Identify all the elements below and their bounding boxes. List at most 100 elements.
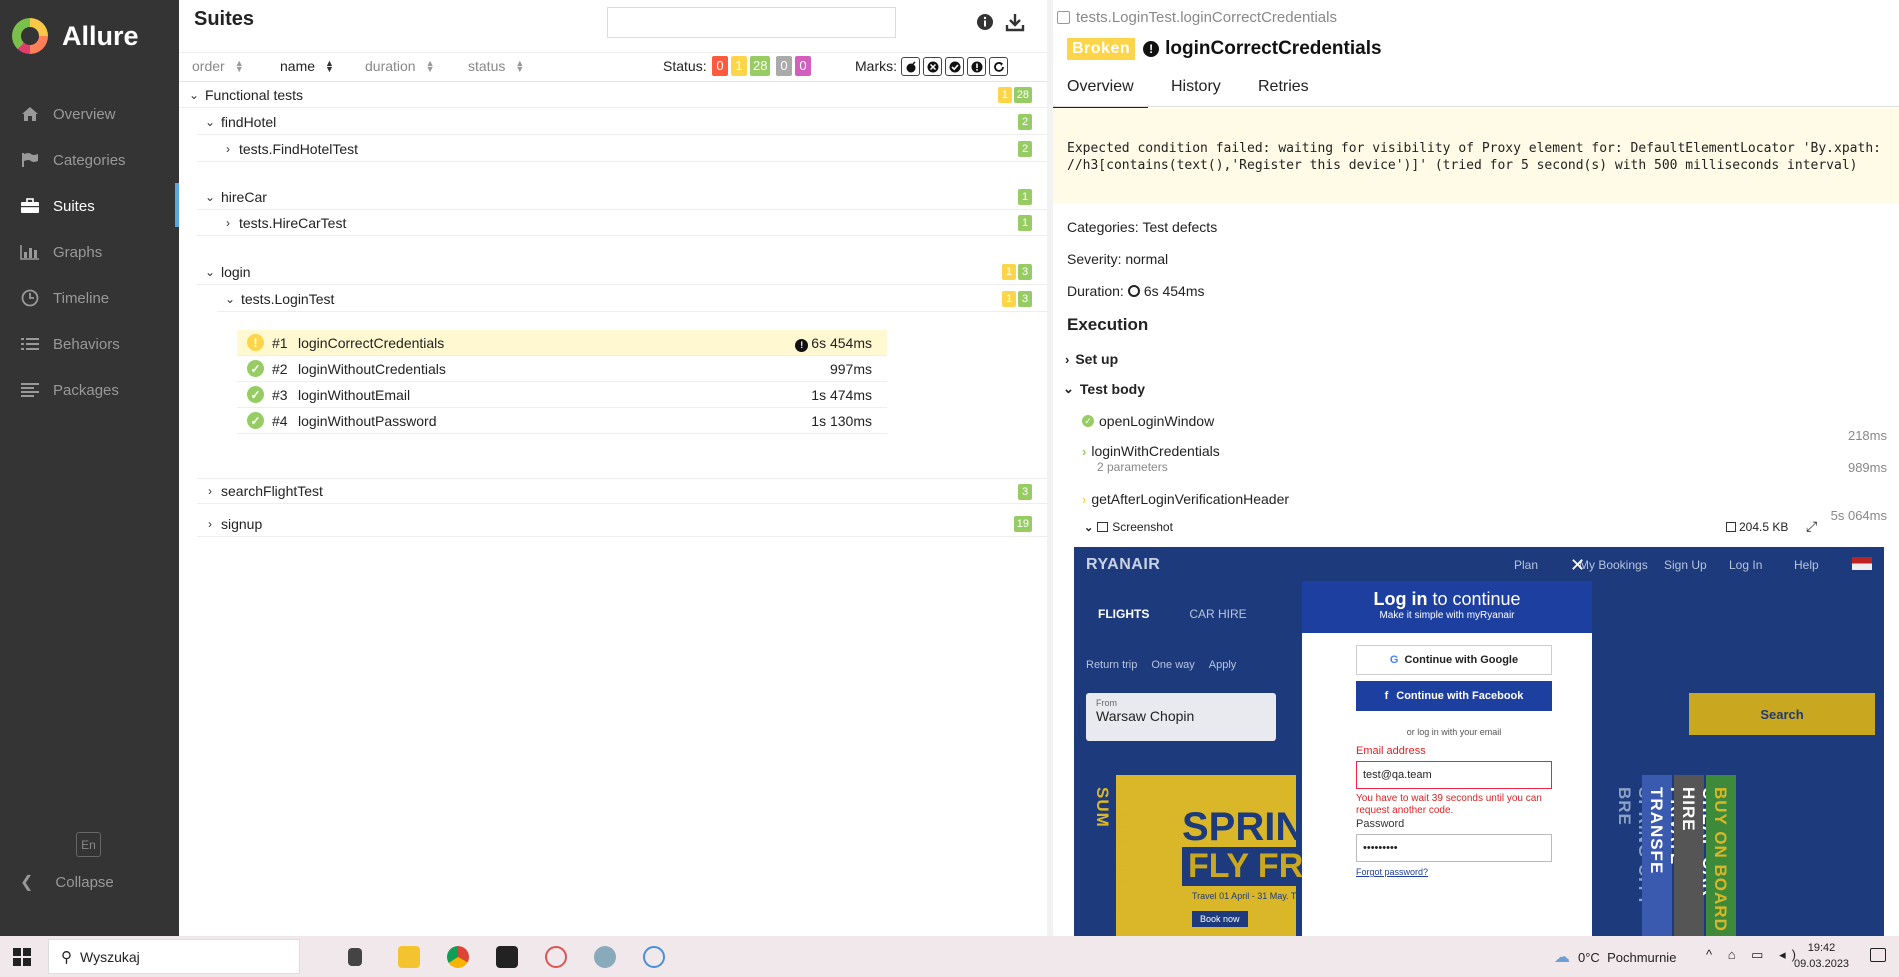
step-name: openLoginWindow: [1099, 413, 1215, 429]
sidebar: Allure Overview Categories Suites Graphs…: [0, 0, 179, 936]
tab-retries[interactable]: Retries: [1258, 78, 1309, 96]
test-row[interactable]: ! #1 loginCorrectCredentials ! 6s 454ms: [237, 330, 887, 356]
notification-icon[interactable]: [1870, 948, 1886, 962]
tree-group-functional[interactable]: ⌄ Functional tests 1 28: [179, 82, 1047, 108]
chevron-right-icon: ›: [208, 484, 212, 498]
passed-count-badge: 2: [1018, 141, 1032, 157]
categories-value: Test defects: [1142, 219, 1218, 235]
execution-heading: Execution: [1067, 315, 1149, 334]
status-unknown-toggle[interactable]: 0: [795, 56, 811, 76]
taskbar-clock[interactable]: 19:42 09.03.2023: [1794, 940, 1849, 972]
test-path-text: tests.LoginTest.loginCorrectCredentials: [1076, 9, 1337, 26]
duration-value: 6s 454ms: [1143, 283, 1205, 299]
passed-status-icon: ✓: [247, 412, 264, 429]
tab-history[interactable]: History: [1171, 78, 1221, 96]
test-body-section[interactable]: ⌄ Test body: [1063, 381, 1145, 397]
paint-icon[interactable]: [594, 946, 616, 968]
severity-label: Severity:: [1067, 251, 1122, 267]
tree-group-signup[interactable]: › signup 19: [197, 511, 1047, 537]
ry-facebook-button: f Continue with Facebook: [1356, 681, 1552, 711]
test-detail-pane: tests.LoginTest.loginCorrectCredentials …: [1053, 0, 1899, 936]
info-icon[interactable]: [976, 13, 994, 31]
tree-group-findhotel[interactable]: ⌄ findHotel 2: [197, 109, 1047, 135]
flaky-mark-icon[interactable]: [901, 57, 920, 76]
windows-start-icon[interactable]: [13, 948, 31, 966]
home-icon: [19, 105, 41, 123]
test-duration: 6s 454ms: [811, 335, 872, 351]
brand[interactable]: Allure: [12, 16, 139, 56]
weather-widget[interactable]: ☁ 0°C Pochmurnie: [1554, 947, 1676, 967]
sort-status[interactable]: status ▲ ▼: [468, 58, 524, 74]
taskbar-search[interactable]: ⚲ Wyszukaj: [48, 939, 300, 974]
ry-option: Return trip: [1086, 659, 1138, 671]
broken-count-badge: 1: [1002, 291, 1016, 307]
new-failed-mark-icon[interactable]: [923, 57, 942, 76]
save-icon: [1726, 522, 1736, 532]
sidebar-item-packages[interactable]: Packages: [0, 367, 179, 413]
system-tray-icons[interactable]: ^ ⌂ ▭ ◂): [1706, 947, 1802, 963]
search-input[interactable]: [607, 7, 896, 38]
group-label: tests.LoginTest: [241, 290, 335, 307]
sidebar-item-label: Categories: [53, 151, 126, 169]
attachment-row[interactable]: ⌄ Screenshot: [1084, 520, 1173, 534]
test-number: #1: [272, 334, 288, 351]
tree-group-login[interactable]: ⌄ login 13: [197, 259, 1047, 285]
sidebar-nav: Overview Categories Suites Graphs Timeli…: [0, 91, 179, 413]
collapse-label: Collapse: [55, 873, 114, 891]
group-badges: 19: [1013, 516, 1032, 532]
sort-name[interactable]: name ▲ ▼: [280, 58, 334, 74]
ry-email-value: test@qa.team: [1363, 769, 1432, 781]
tree-group-searchflighttest[interactable]: › searchFlightTest 3: [197, 478, 1047, 504]
test-row[interactable]: ✓ #3 loginWithoutEmail 1s 474ms: [237, 382, 887, 408]
sticky-notes-icon[interactable]: [496, 946, 518, 968]
sidebar-item-timeline[interactable]: Timeline: [0, 275, 179, 321]
test-header: Broken ! loginCorrectCredentials: [1067, 38, 1382, 60]
error-line: //h3[contains(text(),'Register this devi…: [1067, 158, 1858, 173]
passed-count-badge: 2: [1018, 114, 1032, 130]
status-skipped-toggle[interactable]: 0: [776, 56, 792, 76]
file-explorer-icon[interactable]: [398, 946, 420, 968]
tree-group-hirecar[interactable]: ⌄ hireCar 1: [197, 184, 1047, 210]
tab-overview[interactable]: Overview: [1053, 78, 1148, 110]
cortana-icon[interactable]: [643, 946, 665, 968]
sidebar-item-categories[interactable]: Categories: [0, 137, 179, 183]
test-row[interactable]: ✓ #2 loginWithoutCredentials 997ms: [237, 356, 887, 382]
status-passed-toggle[interactable]: 28: [750, 56, 771, 76]
ry-from-field: From Warsaw Chopin: [1086, 693, 1276, 741]
step-row[interactable]: › loginWithCredentials: [1082, 443, 1220, 459]
expand-icon[interactable]: ⤢: [1806, 518, 1817, 535]
task-view-icon[interactable]: [348, 948, 362, 966]
sidebar-item-label: Overview: [53, 105, 116, 123]
tree-group-findhoteltest[interactable]: › tests.FindHotelTest 2: [197, 136, 1047, 162]
retries-mark-icon[interactable]: [989, 57, 1008, 76]
step-row[interactable]: ✓ openLoginWindow: [1082, 413, 1214, 429]
ry-email-error: You have to wait 39 seconds until you ca…: [1356, 793, 1542, 816]
sidebar-item-suites[interactable]: Suites: [0, 183, 179, 229]
suites-pane: Suites order ▲ ▼ name ▲ ▼ duration ▲ ▼ status ▲…: [179, 0, 1047, 936]
snipping-tool-icon[interactable]: [545, 946, 567, 968]
new-broken-mark-icon[interactable]: [967, 57, 986, 76]
sidebar-item-graphs[interactable]: Graphs: [0, 229, 179, 275]
sidebar-item-behaviors[interactable]: Behaviors: [0, 321, 179, 367]
status-broken-toggle[interactable]: 1: [731, 56, 747, 76]
sidebar-item-overview[interactable]: Overview: [0, 91, 179, 137]
status-failed-toggle[interactable]: 0: [712, 56, 728, 76]
sort-duration[interactable]: duration ▲ ▼: [365, 58, 435, 74]
language-switch[interactable]: En: [76, 832, 101, 857]
briefcase-icon: [19, 197, 41, 215]
chrome-icon[interactable]: [447, 946, 469, 968]
copy-icon[interactable]: [1057, 11, 1070, 24]
new-passed-mark-icon[interactable]: [945, 57, 964, 76]
tree-group-hirecartest[interactable]: › tests.HireCarTest 1: [197, 210, 1047, 236]
collapse-button[interactable]: ❮ Collapse: [20, 872, 114, 892]
sort-order[interactable]: order ▲ ▼: [192, 58, 244, 74]
download-icon[interactable]: [1005, 12, 1025, 32]
cloud-icon: ☁: [1554, 949, 1570, 966]
sort-label: name: [280, 58, 316, 74]
test-row[interactable]: ✓ #4 loginWithoutPassword 1s 130ms: [237, 408, 887, 434]
setup-label: Set up: [1075, 351, 1119, 367]
tree-group-logintest[interactable]: ⌄ tests.LoginTest 13: [217, 286, 1047, 312]
status-badge: Broken: [1067, 38, 1136, 60]
step-row[interactable]: › getAfterLoginVerificationHeader: [1082, 491, 1289, 507]
setup-section[interactable]: › Set up: [1065, 351, 1118, 367]
